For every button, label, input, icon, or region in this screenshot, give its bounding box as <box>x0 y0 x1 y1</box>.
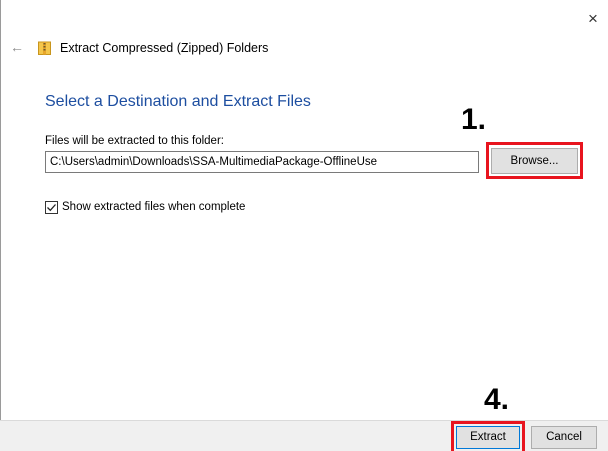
cancel-button[interactable]: Cancel <box>531 426 597 449</box>
step-1-annotation: 1. <box>461 103 487 136</box>
show-files-label: Show extracted files when complete <box>62 201 246 213</box>
window-title: Extract Compressed (Zipped) Folders <box>60 41 269 55</box>
page-title: Select a Destination and Extract Files <box>45 93 311 110</box>
extract-button[interactable]: Extract <box>456 426 520 449</box>
extract-dialog: × ← Extract Compressed (Zipped) Folders … <box>0 0 608 451</box>
show-files-checkbox[interactable] <box>45 200 58 214</box>
window-border <box>0 0 1 451</box>
browse-button[interactable]: Browse... <box>491 148 578 174</box>
step-4-annotation: 4. <box>484 383 510 416</box>
back-arrow-icon[interactable]: ← <box>10 40 24 54</box>
show-files-option[interactable]: Show extracted files when complete <box>45 200 245 214</box>
close-icon[interactable]: × <box>584 10 602 28</box>
checkmark-icon <box>47 203 56 211</box>
destination-label: Files will be extracted to this folder: <box>45 135 224 147</box>
destination-path-input[interactable] <box>45 151 479 173</box>
zip-folder-icon <box>38 41 51 55</box>
